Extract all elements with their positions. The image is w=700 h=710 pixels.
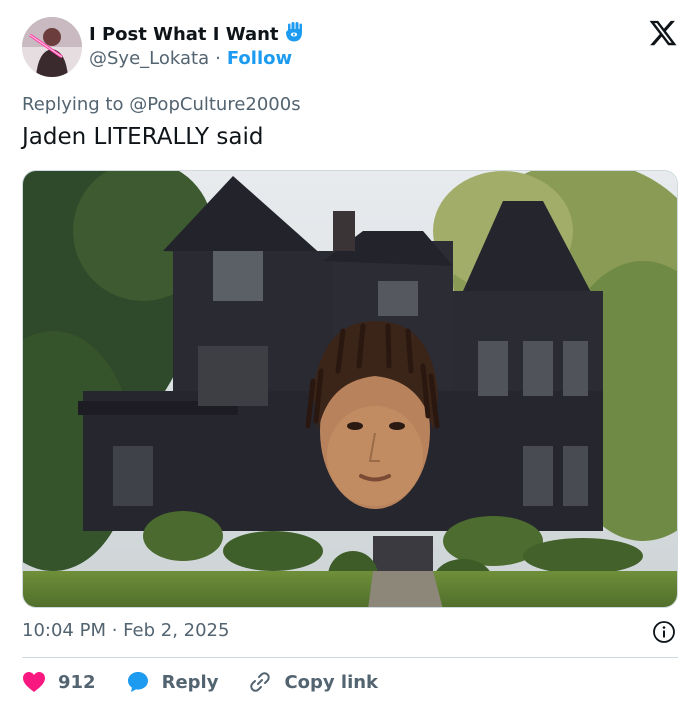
- reply-context-prefix: Replying to: [22, 94, 124, 115]
- author-display-name[interactable]: I Post What I Want: [89, 24, 279, 45]
- tweet-card: I Post What I Want @Sye_Lokata · Follow …: [0, 0, 700, 710]
- link-icon: [250, 672, 271, 692]
- action-bar: 912 Reply Copy link: [22, 670, 408, 694]
- author-handle[interactable]: @Sye_Lokata: [89, 48, 209, 69]
- tweet-text: Jaden LITERALLY said: [22, 124, 264, 150]
- reply-context: Replying to @PopCulture2000s: [22, 94, 301, 115]
- copy-link-label: Copy link: [284, 671, 379, 693]
- heart-icon: [23, 672, 45, 692]
- like-button[interactable]: 912: [22, 671, 96, 693]
- like-count: 912: [58, 671, 96, 693]
- tweet-timestamp[interactable]: 10:04 PM · Feb 2, 2025: [22, 620, 229, 641]
- separator-dot: ·: [215, 48, 221, 69]
- author-handle-row: @Sye_Lokata · Follow: [89, 48, 292, 69]
- copy-link-button[interactable]: Copy link: [248, 670, 378, 694]
- divider: [22, 657, 678, 658]
- author-name-row[interactable]: I Post What I Want: [89, 22, 303, 47]
- tweet-image[interactable]: [22, 170, 678, 608]
- avatar[interactable]: [22, 17, 82, 77]
- reply-label: Reply: [161, 671, 219, 693]
- info-icon[interactable]: [652, 620, 676, 644]
- reply-bubble-icon: [127, 672, 148, 692]
- x-logo-icon[interactable]: [648, 18, 678, 48]
- reply-button[interactable]: Reply: [126, 670, 219, 694]
- reply-mention-link[interactable]: @PopCulture2000s: [129, 94, 300, 115]
- hamsa-icon: [285, 22, 303, 47]
- follow-button[interactable]: Follow: [227, 48, 292, 69]
